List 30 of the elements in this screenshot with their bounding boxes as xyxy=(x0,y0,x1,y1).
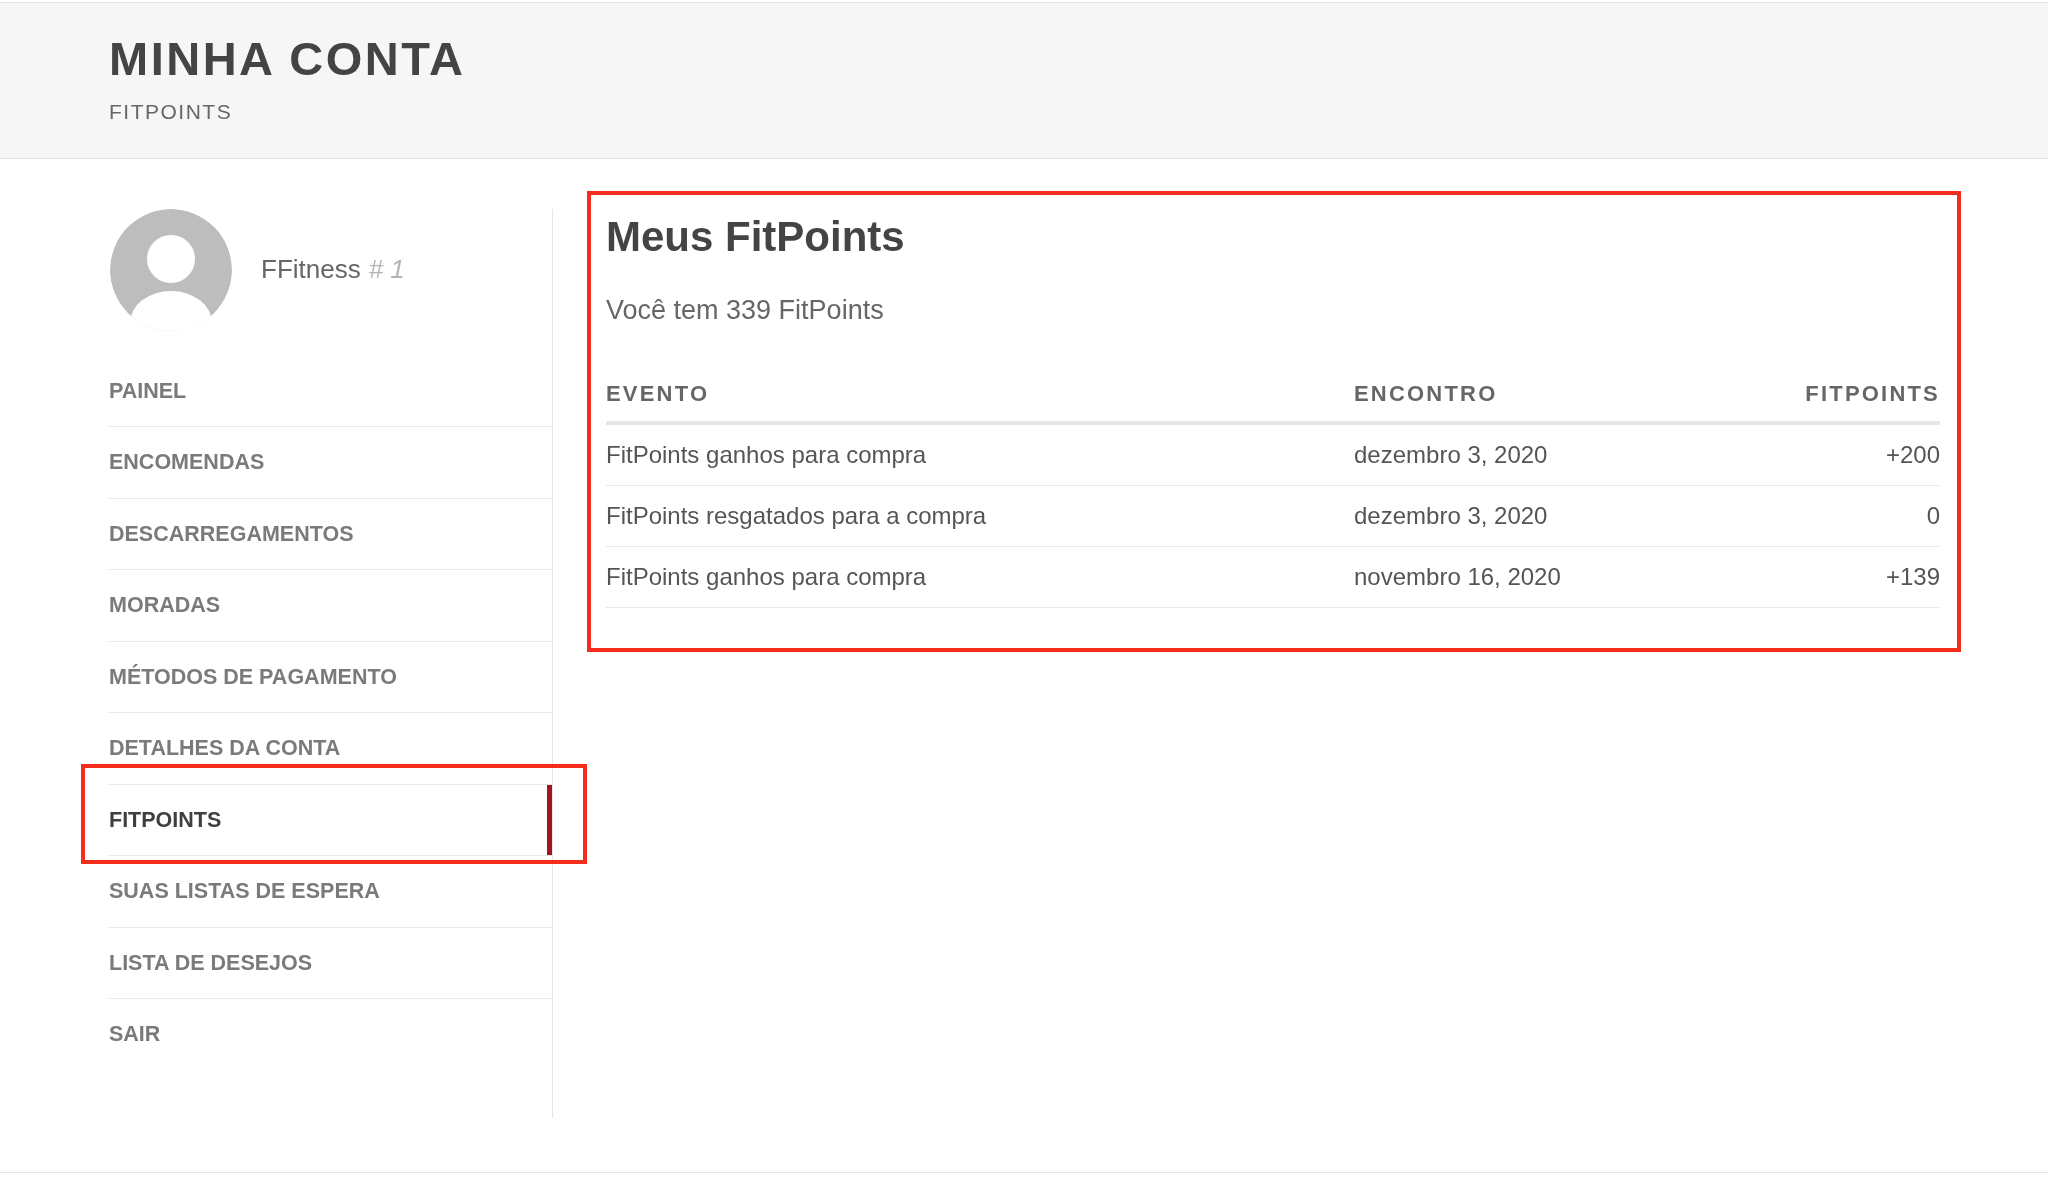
table-cell-text: 0 xyxy=(1926,500,1940,531)
table-cell-text: dezembro 3, 2020 xyxy=(1354,439,1549,470)
menu-link[interactable]: PAINEL xyxy=(109,378,187,404)
table-cell-text: dezembro 3, 2020 xyxy=(1354,500,1549,531)
table-cell-text: FitPoints resgatados para a compra xyxy=(606,500,988,531)
menu-link[interactable]: MORADAS xyxy=(109,593,221,618)
menu-link[interactable]: DETALHES DA CONTA xyxy=(109,736,341,761)
table-cell-text: FitPoints ganhos para compra xyxy=(606,561,928,592)
avatar-icon xyxy=(110,208,232,331)
page-subtitle: FITPOINTS xyxy=(109,99,233,125)
menu-link[interactable]: SUAS LISTAS DE ESPERA xyxy=(109,879,380,904)
column-header: EVENTO xyxy=(606,380,711,407)
menu-link[interactable]: DESCARREGAMENTOS xyxy=(109,521,354,547)
menu-link[interactable]: SAIR xyxy=(109,1022,161,1047)
table-cell-text: novembro 16, 2020 xyxy=(1354,561,1562,592)
active-indicator xyxy=(547,784,552,856)
menu-link[interactable]: MÉTODOS DE PAGAMENTO xyxy=(109,664,397,690)
column-header: FITPOINTS xyxy=(1805,380,1940,407)
menu-link[interactable]: FITPOINTS xyxy=(109,807,222,833)
points-summary: Você tem 339 FitPoints xyxy=(606,294,884,326)
page-title: MINHA CONTA xyxy=(109,31,466,87)
user-name: FFitness xyxy=(261,254,361,286)
user-number: # 1 xyxy=(368,254,405,286)
panel-title: Meus FitPoints xyxy=(606,211,905,262)
menu-link[interactable]: ENCOMENDAS xyxy=(109,450,265,475)
column-header: ENCONTRO xyxy=(1354,380,1499,407)
table-cell-text: +200 xyxy=(1885,439,1940,470)
table-cell-text: +139 xyxy=(1885,561,1940,592)
menu-link[interactable]: LISTA DE DESEJOS xyxy=(109,950,313,976)
table-cell-text: FitPoints ganhos para compra xyxy=(606,439,928,470)
